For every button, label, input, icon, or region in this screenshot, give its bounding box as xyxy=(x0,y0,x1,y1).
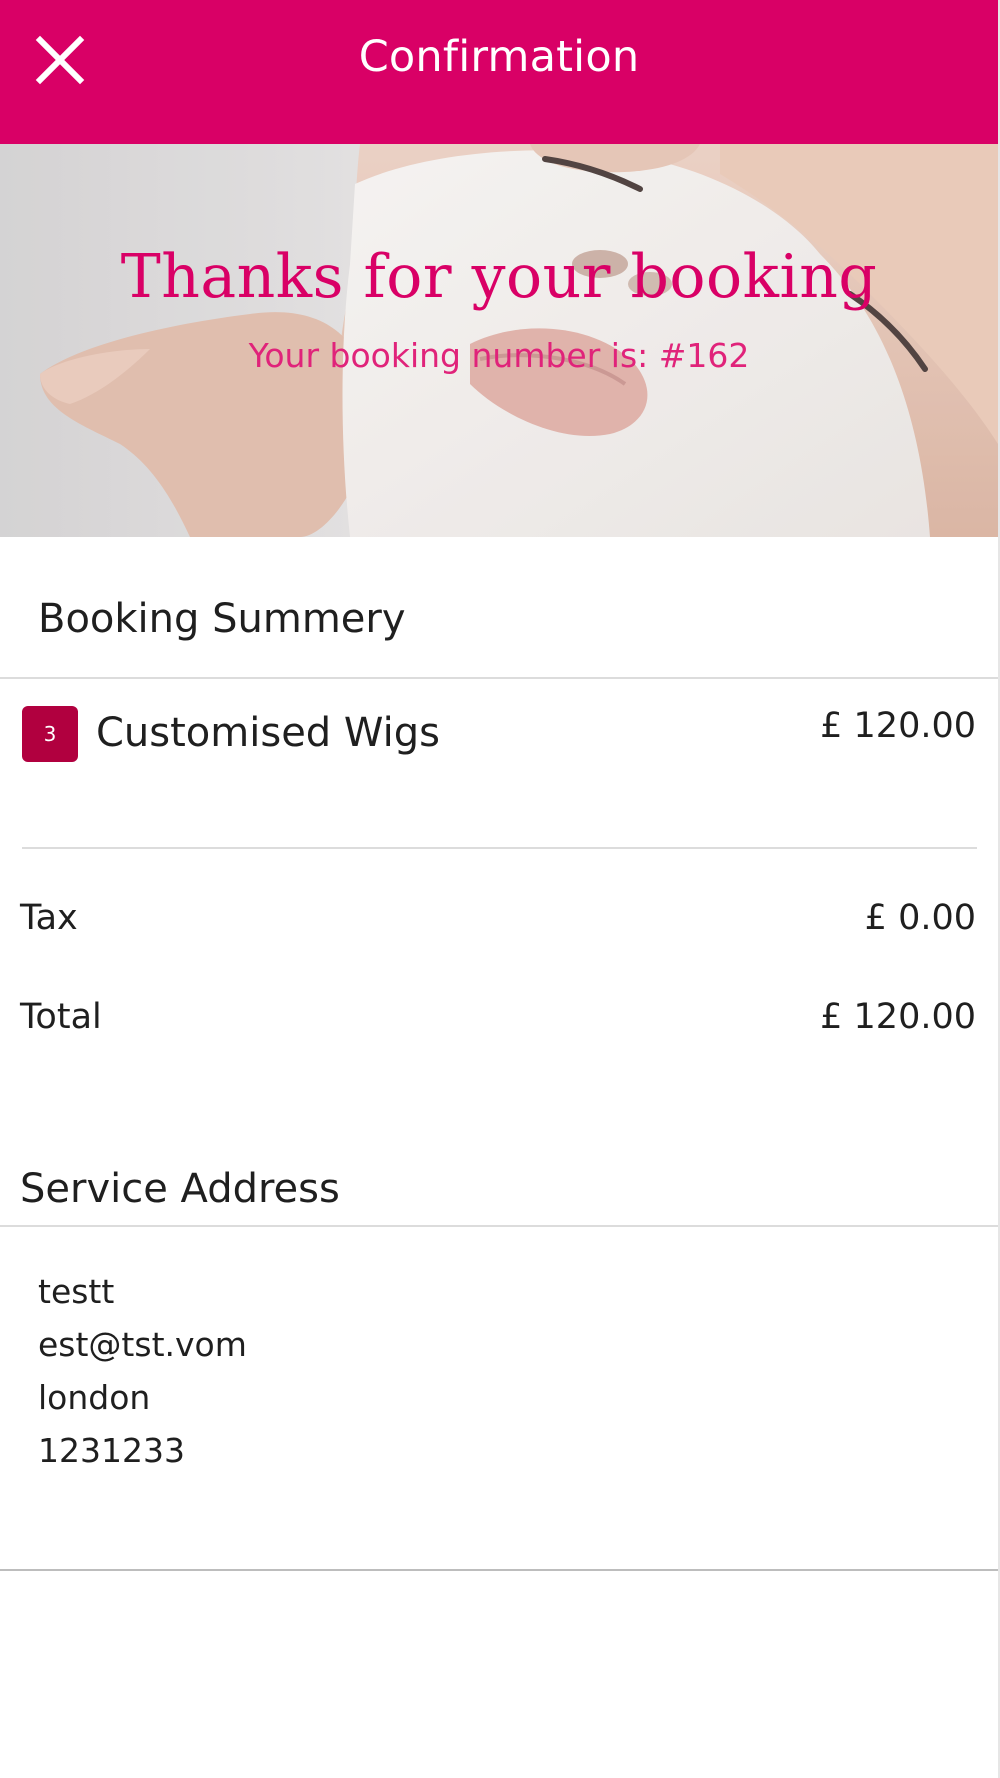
hero-banner: Thanks for your booking Your booking num… xyxy=(0,144,998,537)
address-city: london xyxy=(38,1378,151,1417)
address-phone: 1231233 xyxy=(38,1431,185,1470)
address-email: est@tst.vom xyxy=(38,1325,247,1364)
total-value: £ 120.00 xyxy=(820,997,976,1037)
address-divider xyxy=(0,1225,998,1227)
item-name: Customised Wigs xyxy=(96,710,440,756)
summary-divider xyxy=(0,677,998,679)
confirmation-screen: Confirmation Thanks for your booking You… xyxy=(0,0,1000,1778)
thank-you-title: Thanks for your booking xyxy=(120,242,878,312)
items-divider xyxy=(22,847,977,849)
tax-label: Tax xyxy=(20,898,78,938)
app-header: Confirmation xyxy=(0,0,998,144)
header-title: Confirmation xyxy=(358,32,640,82)
total-label: Total xyxy=(20,997,102,1037)
item-price: £ 120.00 xyxy=(820,706,976,746)
address-name: testt xyxy=(38,1272,115,1311)
booking-number: Your booking number is: #162 xyxy=(248,336,750,375)
tax-value: £ 0.00 xyxy=(864,898,976,938)
service-address-heading: Service Address xyxy=(20,1166,340,1212)
booking-summary-heading: Booking Summery xyxy=(38,596,406,642)
bottom-divider xyxy=(0,1569,998,1571)
quantity-badge: 3 xyxy=(22,706,78,762)
